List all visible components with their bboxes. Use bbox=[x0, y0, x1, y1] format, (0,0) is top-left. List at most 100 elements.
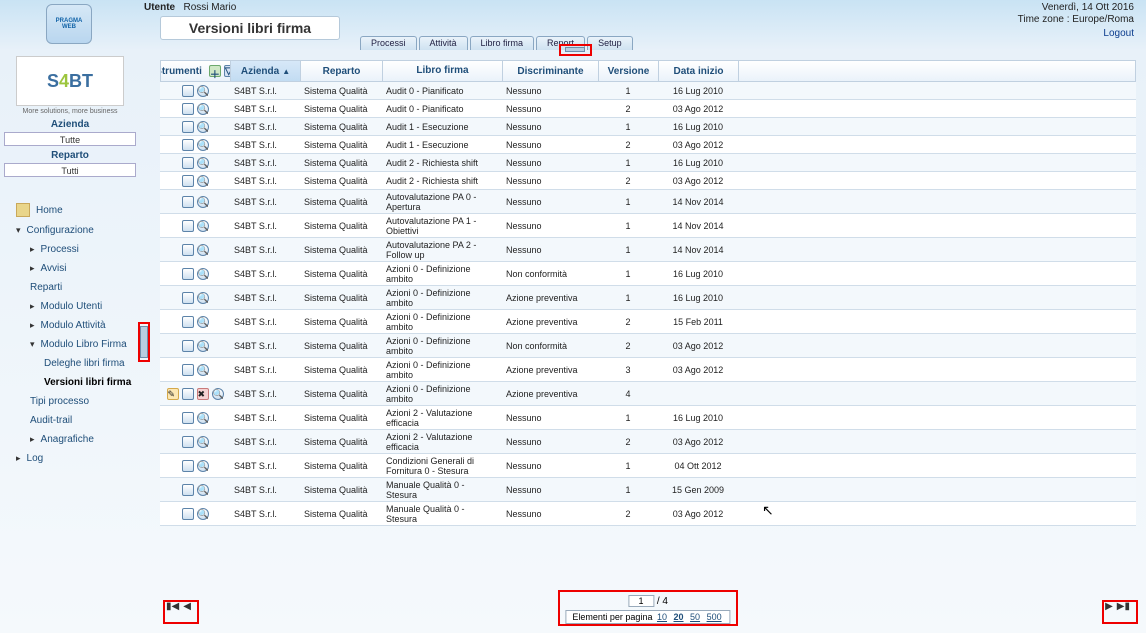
cell-reparto: Sistema Qualità bbox=[300, 341, 382, 351]
copy-icon[interactable] bbox=[182, 244, 194, 256]
nav-avvisi[interactable]: Avvisi bbox=[0, 259, 140, 278]
nav-modulo-libro[interactable]: Modulo Libro Firma bbox=[0, 335, 140, 354]
copy-icon[interactable] bbox=[182, 220, 194, 232]
view-icon[interactable]: 🔍 bbox=[197, 316, 209, 328]
view-icon[interactable]: 🔍 bbox=[197, 103, 209, 115]
azienda-select[interactable]: Tutte bbox=[4, 132, 136, 146]
table-row[interactable]: 🔍S4BT S.r.l.Sistema QualitàCondizioni Ge… bbox=[160, 454, 1136, 478]
reparto-select[interactable]: Tutti bbox=[4, 163, 136, 177]
copy-icon[interactable] bbox=[182, 268, 194, 280]
view-icon[interactable]: 🔍 bbox=[197, 508, 209, 520]
view-icon[interactable]: 🔍 bbox=[197, 460, 209, 472]
tab-setup[interactable]: Setup bbox=[587, 36, 633, 50]
copy-icon[interactable] bbox=[182, 121, 194, 133]
nav-deleghe[interactable]: Deleghe libri firma bbox=[0, 354, 140, 373]
add-icon[interactable]: ＋ bbox=[209, 65, 221, 77]
copy-icon[interactable] bbox=[182, 508, 194, 520]
copy-icon[interactable] bbox=[182, 85, 194, 97]
nav-reparti[interactable]: Reparti bbox=[0, 278, 140, 297]
table-row[interactable]: 🔍S4BT S.r.l.Sistema QualitàAudit 0 - Pia… bbox=[160, 82, 1136, 100]
nav-modulo-utenti[interactable]: Modulo Utenti bbox=[0, 297, 140, 316]
view-icon[interactable]: 🔍 bbox=[197, 340, 209, 352]
row-tools: 🔍 bbox=[160, 460, 230, 472]
cell-libro: Azioni 0 - Definizione ambito bbox=[382, 384, 502, 404]
hdr-data[interactable]: Data inizio bbox=[659, 61, 739, 81]
view-icon[interactable]: 🔍 bbox=[197, 157, 209, 169]
copy-icon[interactable] bbox=[182, 364, 194, 376]
panel-pin-handle[interactable] bbox=[565, 47, 585, 52]
tab-librifirma[interactable]: Libro firma bbox=[470, 36, 535, 50]
table-row[interactable]: 🔍S4BT S.r.l.Sistema QualitàAzioni 0 - De… bbox=[160, 358, 1136, 382]
copy-icon[interactable] bbox=[182, 292, 194, 304]
table-row[interactable]: 🔍S4BT S.r.l.Sistema QualitàAzioni 2 - Va… bbox=[160, 430, 1136, 454]
copy-icon[interactable] bbox=[182, 340, 194, 352]
copy-icon[interactable] bbox=[182, 139, 194, 151]
nav-anagrafiche[interactable]: Anagrafiche bbox=[0, 430, 140, 449]
view-icon[interactable]: 🔍 bbox=[197, 121, 209, 133]
copy-icon[interactable] bbox=[182, 157, 194, 169]
table-row[interactable]: 🔍S4BT S.r.l.Sistema QualitàManuale Quali… bbox=[160, 478, 1136, 502]
view-icon[interactable]: 🔍 bbox=[197, 139, 209, 151]
table-row[interactable]: 🔍S4BT S.r.l.Sistema QualitàAutovalutazio… bbox=[160, 238, 1136, 262]
splitter-handle[interactable] bbox=[140, 326, 148, 358]
view-icon[interactable]: 🔍 bbox=[197, 175, 209, 187]
tab-attivita[interactable]: Attività bbox=[419, 36, 468, 50]
nav-processi[interactable]: Processi bbox=[0, 240, 140, 259]
edit-icon[interactable]: ✎ bbox=[167, 388, 179, 400]
filter-icon[interactable]: ▽ bbox=[224, 65, 231, 77]
nav-modulo-attivita[interactable]: Modulo Attività bbox=[0, 316, 140, 335]
table-row[interactable]: 🔍S4BT S.r.l.Sistema QualitàAzioni 0 - De… bbox=[160, 262, 1136, 286]
view-icon[interactable]: 🔍 bbox=[197, 412, 209, 424]
table-row[interactable]: 🔍S4BT S.r.l.Sistema QualitàAzioni 2 - Va… bbox=[160, 406, 1136, 430]
hdr-libro[interactable]: Libro firma bbox=[383, 61, 503, 81]
view-icon[interactable]: 🔍 bbox=[197, 196, 209, 208]
table-row[interactable]: 🔍S4BT S.r.l.Sistema QualitàAudit 2 - Ric… bbox=[160, 172, 1136, 190]
cell-reparto: Sistema Qualità bbox=[300, 86, 382, 96]
view-icon[interactable]: 🔍 bbox=[197, 85, 209, 97]
hdr-versione[interactable]: Versione bbox=[599, 61, 659, 81]
copy-icon[interactable] bbox=[182, 412, 194, 424]
delete-icon[interactable]: ✖ bbox=[197, 388, 209, 400]
view-icon[interactable]: 🔍 bbox=[197, 244, 209, 256]
hdr-discriminante[interactable]: Discriminante bbox=[503, 61, 599, 81]
tab-processi[interactable]: Processi bbox=[360, 36, 417, 50]
table-row[interactable]: 🔍S4BT S.r.l.Sistema QualitàAutovalutazio… bbox=[160, 214, 1136, 238]
copy-icon[interactable] bbox=[182, 316, 194, 328]
copy-icon[interactable] bbox=[182, 388, 194, 400]
copy-icon[interactable] bbox=[182, 175, 194, 187]
nav-audit-trail[interactable]: Audit-trail bbox=[0, 411, 140, 430]
table-row[interactable]: 🔍S4BT S.r.l.Sistema QualitàAudit 1 - Ese… bbox=[160, 136, 1136, 154]
nav-log[interactable]: Log bbox=[0, 449, 140, 468]
table-row[interactable]: 🔍S4BT S.r.l.Sistema QualitàAzioni 0 - De… bbox=[160, 286, 1136, 310]
logout-link[interactable]: Logout bbox=[1103, 28, 1134, 39]
table-row[interactable]: 🔍S4BT S.r.l.Sistema QualitàAudit 0 - Pia… bbox=[160, 100, 1136, 118]
nav-home[interactable]: Home bbox=[0, 199, 140, 221]
table-row[interactable]: 🔍S4BT S.r.l.Sistema QualitàAutovalutazio… bbox=[160, 190, 1136, 214]
hdr-reparto[interactable]: Reparto bbox=[301, 61, 383, 81]
nav-tipi-processo[interactable]: Tipi processo bbox=[0, 392, 140, 411]
table-row[interactable]: 🔍S4BT S.r.l.Sistema QualitàAzioni 0 - De… bbox=[160, 310, 1136, 334]
view-icon[interactable]: 🔍 bbox=[197, 364, 209, 376]
view-icon[interactable]: 🔍 bbox=[197, 268, 209, 280]
table-row[interactable]: 🔍S4BT S.r.l.Sistema QualitàManuale Quali… bbox=[160, 502, 1136, 526]
nav-versioni[interactable]: Versioni libri firma bbox=[0, 373, 140, 392]
table-row[interactable]: 🔍S4BT S.r.l.Sistema QualitàAudit 1 - Ese… bbox=[160, 118, 1136, 136]
hdr-strumenti[interactable]: Strumenti ＋ ▽ bbox=[161, 61, 231, 81]
copy-icon[interactable] bbox=[182, 484, 194, 496]
view-icon[interactable]: 🔍 bbox=[212, 388, 224, 400]
nav-anagrafiche-label: Anagrafiche bbox=[41, 434, 94, 445]
table-row[interactable]: ✎✖🔍S4BT S.r.l.Sistema QualitàAzioni 0 - … bbox=[160, 382, 1136, 406]
hdr-azienda[interactable]: Azienda▲ bbox=[231, 61, 301, 81]
copy-icon[interactable] bbox=[182, 460, 194, 472]
view-icon[interactable]: 🔍 bbox=[197, 484, 209, 496]
copy-icon[interactable] bbox=[182, 196, 194, 208]
copy-icon[interactable] bbox=[182, 103, 194, 115]
view-icon[interactable]: 🔍 bbox=[197, 220, 209, 232]
cell-reparto: Sistema Qualità bbox=[300, 389, 382, 399]
copy-icon[interactable] bbox=[182, 436, 194, 448]
nav-configurazione[interactable]: Configurazione bbox=[0, 221, 140, 240]
view-icon[interactable]: 🔍 bbox=[197, 292, 209, 304]
table-row[interactable]: 🔍S4BT S.r.l.Sistema QualitàAudit 2 - Ric… bbox=[160, 154, 1136, 172]
table-row[interactable]: 🔍S4BT S.r.l.Sistema QualitàAzioni 0 - De… bbox=[160, 334, 1136, 358]
view-icon[interactable]: 🔍 bbox=[197, 436, 209, 448]
